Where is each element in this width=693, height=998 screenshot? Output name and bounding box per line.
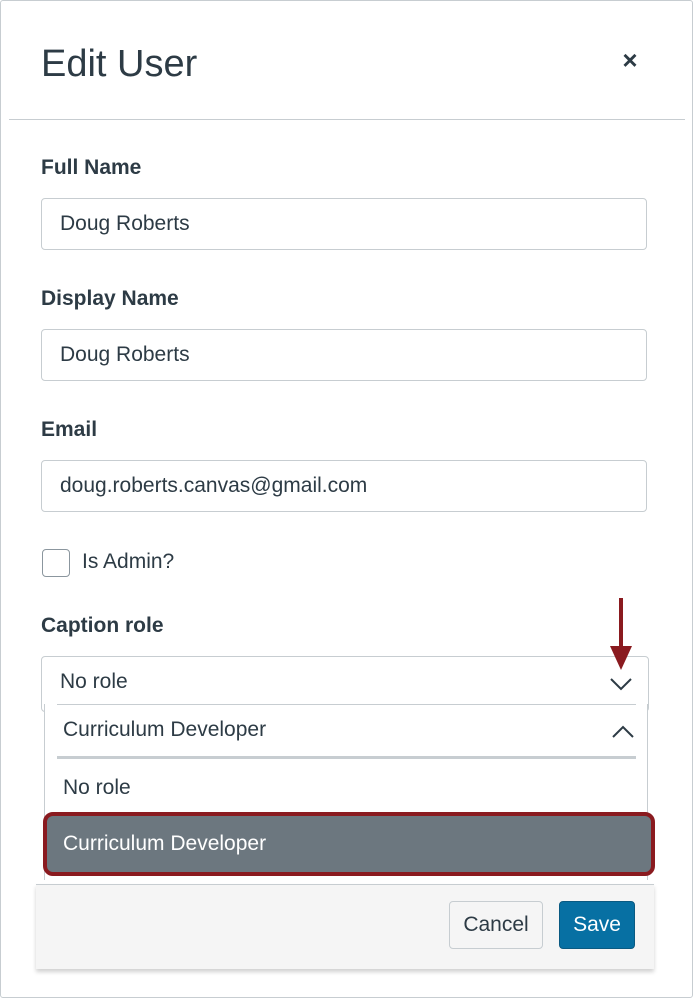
email-input[interactable]	[42, 461, 646, 511]
full-name-label: Full Name	[41, 156, 142, 179]
dropdown-selected-value[interactable]: Curriculum Developer	[63, 718, 266, 742]
chevron-down-icon[interactable]	[608, 674, 634, 694]
display-name-field[interactable]	[41, 329, 647, 381]
is-admin-label[interactable]: Is Admin?	[82, 550, 174, 574]
arrow-down-icon	[610, 598, 632, 670]
full-name-input[interactable]	[42, 199, 646, 249]
email-label: Email	[41, 418, 98, 441]
save-button[interactable]: Save	[559, 901, 635, 949]
is-admin-checkbox[interactable]	[42, 549, 70, 577]
close-icon[interactable]: ×	[614, 44, 646, 76]
display-name-input[interactable]	[42, 330, 646, 380]
full-name-field[interactable]	[41, 198, 647, 250]
caption-role-label: Caption role	[41, 614, 164, 637]
option-no-role[interactable]: No role	[63, 776, 131, 800]
option-curriculum-developer-label: Curriculum Developer	[63, 832, 267, 855]
cancel-button[interactable]: Cancel	[449, 901, 543, 949]
dropdown-separator	[57, 704, 636, 705]
dialog-title: Edit User	[41, 43, 198, 85]
chevron-up-icon[interactable]	[610, 722, 636, 742]
dropdown-input-underline	[57, 756, 636, 759]
display-name-label: Display Name	[41, 287, 179, 310]
header-divider	[9, 119, 685, 120]
option-curriculum-developer[interactable]: Curriculum Developer	[43, 812, 655, 876]
caption-role-current-value[interactable]: No role	[60, 670, 128, 694]
email-field[interactable]	[41, 460, 647, 512]
